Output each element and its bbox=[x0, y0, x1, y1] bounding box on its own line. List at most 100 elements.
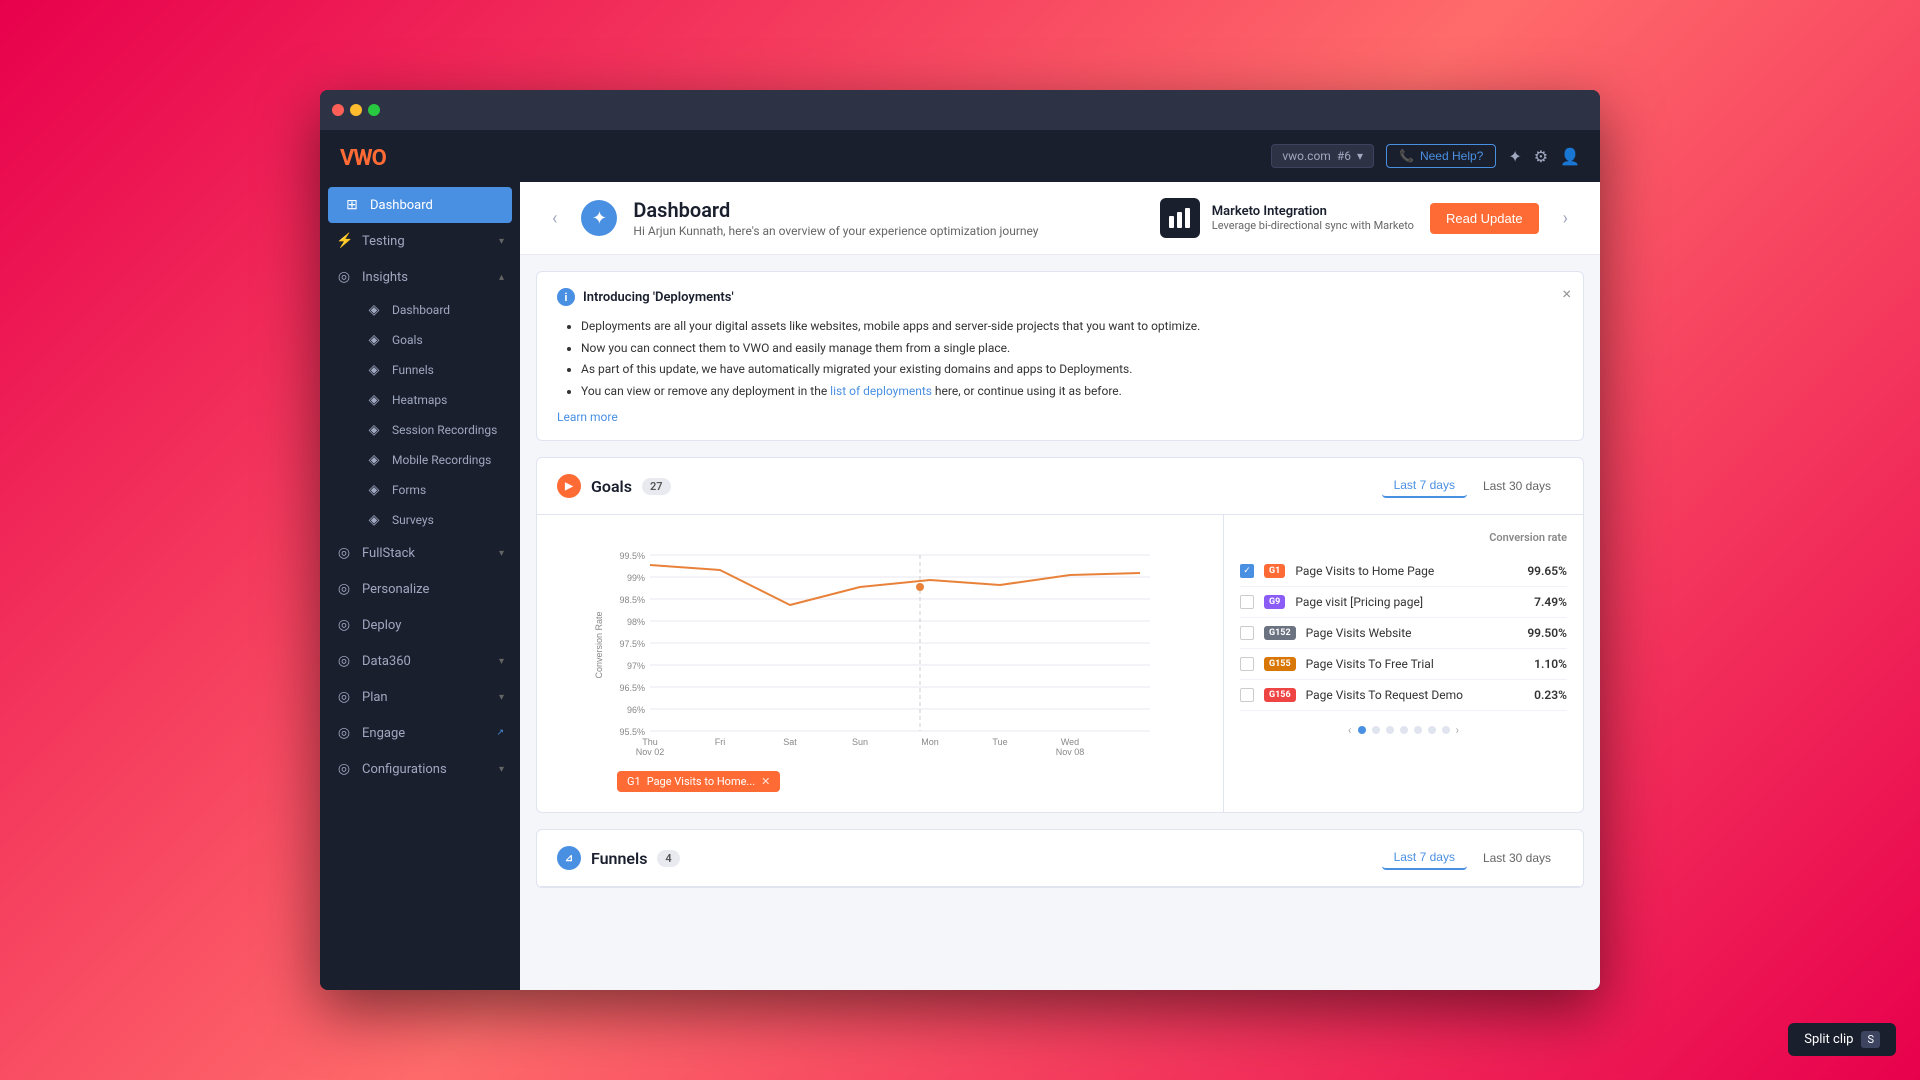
pagination-dot-5[interactable] bbox=[1414, 726, 1422, 734]
funnels-section: ⊿ Funnels 4 Last 7 days Last 30 days bbox=[536, 829, 1584, 888]
svg-text:Sat: Sat bbox=[783, 737, 797, 747]
dashboard-page-icon: ✦ bbox=[581, 200, 617, 236]
svg-text:96.5%: 96.5% bbox=[619, 683, 645, 693]
goal-row-g156: G156 Page Visits To Request Demo 0.23% bbox=[1240, 680, 1567, 711]
data360-icon: ◎ bbox=[336, 653, 352, 669]
sidebar-item-forms[interactable]: ◈ Forms bbox=[350, 475, 520, 505]
sidebar-item-session-recordings[interactable]: ◈ Session Recordings bbox=[350, 415, 520, 445]
goals-title-group: ▶ Goals 27 bbox=[557, 474, 671, 498]
sidebar-item-personalize[interactable]: ◎ Personalize bbox=[320, 571, 520, 607]
sidebar-item-fullstack[interactable]: ◎ FullStack ▾ bbox=[320, 535, 520, 571]
sidebar: VWO ⊞ Dashboard ⚡ Testing ▾ ◎ Insights ▴ bbox=[320, 130, 520, 990]
fullstack-icon: ◎ bbox=[336, 545, 352, 561]
goal-checkbox-g156[interactable] bbox=[1240, 688, 1254, 702]
insights-icon: ◎ bbox=[336, 269, 352, 285]
dashboard-icon: ⊞ bbox=[344, 197, 360, 213]
goals-tab-7days[interactable]: Last 7 days bbox=[1382, 474, 1467, 498]
legend-label: Page Visits to Home... bbox=[647, 775, 755, 788]
sidebar-item-surveys[interactable]: ◈ Surveys bbox=[350, 505, 520, 535]
testing-arrow-icon: ▾ bbox=[499, 236, 504, 247]
sidebar-item-insights[interactable]: ◎ Insights ▴ bbox=[320, 259, 520, 295]
prev-nav-button[interactable]: ‹ bbox=[544, 204, 565, 233]
marketo-info: Marketo Integration Leverage bi-directio… bbox=[1212, 204, 1414, 232]
dot-minimize[interactable] bbox=[350, 104, 362, 116]
sidebar-item-heatmaps[interactable]: ◈ Heatmaps bbox=[350, 385, 520, 415]
sidebar-item-dashboard-sub[interactable]: ◈ Dashboard bbox=[350, 295, 520, 325]
goal-checkbox-g9[interactable] bbox=[1240, 595, 1254, 609]
sparkle-icon[interactable]: ✦ bbox=[1508, 147, 1521, 166]
sidebar-item-data360[interactable]: ◎ Data360 ▾ bbox=[320, 643, 520, 679]
sidebar-item-configurations[interactable]: ◎ Configurations ▾ bbox=[320, 751, 520, 787]
pagination-dot-6[interactable] bbox=[1428, 726, 1436, 734]
pagination-prev[interactable]: ‹ bbox=[1348, 723, 1352, 737]
dashboard-sub-icon: ◈ bbox=[366, 302, 382, 318]
funnels-tab-30days[interactable]: Last 30 days bbox=[1471, 846, 1563, 870]
data360-arrow-icon: ▾ bbox=[499, 656, 504, 667]
sidebar-item-goals[interactable]: ◈ Goals bbox=[350, 325, 520, 355]
goals-sub-icon: ◈ bbox=[366, 332, 382, 348]
goal-rate-g156: 0.23% bbox=[1534, 688, 1567, 702]
goals-chart: 99.5% 99% 98.5% 98% 97.5% 97% 96.5% 96% … bbox=[557, 535, 1203, 755]
read-update-button[interactable]: Read Update bbox=[1430, 203, 1539, 234]
funnels-tab-7days[interactable]: Last 7 days bbox=[1382, 846, 1467, 870]
need-help-button[interactable]: 📞 Need Help? bbox=[1386, 144, 1496, 168]
sidebar-label-data360: Data360 bbox=[362, 654, 489, 669]
browser-toolbar bbox=[320, 90, 1600, 130]
funnels-section-icon: ⊿ bbox=[557, 846, 581, 870]
sidebar-item-plan[interactable]: ◎ Plan ▾ bbox=[320, 679, 520, 715]
goal-checkbox-g152[interactable] bbox=[1240, 626, 1254, 640]
sidebar-item-dashboard[interactable]: ⊞ Dashboard bbox=[328, 187, 512, 223]
goal-row-g152: G152 Page Visits Website 99.50% bbox=[1240, 618, 1567, 649]
configurations-icon: ◎ bbox=[336, 761, 352, 777]
deploy-icon: ◎ bbox=[336, 617, 352, 633]
sidebar-label-insights: Insights bbox=[362, 270, 489, 285]
goal-tag-g155: G155 bbox=[1264, 657, 1296, 671]
svg-text:Conversion Rate: Conversion Rate bbox=[594, 612, 604, 679]
sidebar-item-deploy[interactable]: ◎ Deploy bbox=[320, 607, 520, 643]
info-banner-title-text: Introducing 'Deployments' bbox=[583, 290, 734, 305]
dot-maximize[interactable] bbox=[368, 104, 380, 116]
settings-icon[interactable]: ⚙ bbox=[1534, 147, 1548, 166]
engage-external-icon: ↗ bbox=[496, 728, 504, 738]
goal-tag-g9: G9 bbox=[1264, 595, 1285, 609]
sidebar-item-testing[interactable]: ⚡ Testing ▾ bbox=[320, 223, 520, 259]
browser-content: VWO ⊞ Dashboard ⚡ Testing ▾ ◎ Insights ▴ bbox=[320, 130, 1600, 990]
goals-list-header: Conversion rate bbox=[1240, 531, 1567, 544]
domain-text: vwo.com bbox=[1282, 149, 1331, 163]
info-bullet-3: As part of this update, we have automati… bbox=[581, 359, 1563, 381]
legend-item-g1[interactable]: G1 Page Visits to Home... ✕ bbox=[617, 771, 780, 792]
next-nav-button[interactable]: › bbox=[1555, 204, 1576, 233]
learn-more-link[interactable]: Learn more bbox=[557, 410, 1563, 424]
close-button[interactable]: × bbox=[1562, 284, 1571, 303]
svg-text:Wed: Wed bbox=[1061, 737, 1079, 747]
pagination-dot-7[interactable] bbox=[1442, 726, 1450, 734]
sidebar-item-mobile-recordings[interactable]: ◈ Mobile Recordings bbox=[350, 445, 520, 475]
need-help-label: Need Help? bbox=[1420, 149, 1483, 163]
sidebar-item-funnels[interactable]: ◈ Funnels bbox=[350, 355, 520, 385]
deployments-link[interactable]: list of deployments bbox=[830, 384, 932, 398]
sidebar-label-dashboard-sub: Dashboard bbox=[392, 303, 504, 317]
pagination-dot-3[interactable] bbox=[1386, 726, 1394, 734]
goal-row-g155: G155 Page Visits To Free Trial 1.10% bbox=[1240, 649, 1567, 680]
user-icon[interactable]: 👤 bbox=[1560, 147, 1580, 166]
goal-checkbox-g1[interactable]: ✓ bbox=[1240, 564, 1254, 578]
pagination-next[interactable]: › bbox=[1456, 723, 1460, 737]
pagination-dot-2[interactable] bbox=[1372, 726, 1380, 734]
pagination-dot-4[interactable] bbox=[1400, 726, 1408, 734]
main-header: vwo.com #6 ▾ 📞 Need Help? ✦ ⚙ 👤 bbox=[520, 130, 1600, 182]
info-bullet-1: Deployments are all your digital assets … bbox=[581, 316, 1563, 338]
goal-rate-g1: 99.65% bbox=[1527, 564, 1567, 578]
goal-checkbox-g155[interactable] bbox=[1240, 657, 1254, 671]
browser-dots bbox=[332, 104, 380, 116]
goals-section: ▶ Goals 27 Last 7 days Last 30 days bbox=[536, 457, 1584, 813]
personalize-icon: ◎ bbox=[336, 581, 352, 597]
chart-area: 99.5% 99% 98.5% 98% 97.5% 97% 96.5% 96% … bbox=[537, 515, 1223, 812]
svg-text:97.5%: 97.5% bbox=[619, 639, 645, 649]
domain-selector[interactable]: vwo.com #6 ▾ bbox=[1271, 144, 1374, 168]
sidebar-item-engage[interactable]: ◎ Engage ↗ bbox=[320, 715, 520, 751]
dot-close[interactable] bbox=[332, 104, 344, 116]
goals-title-text: Goals bbox=[591, 477, 632, 496]
goals-tab-30days[interactable]: Last 30 days bbox=[1471, 474, 1563, 498]
legend-close-icon[interactable]: ✕ bbox=[761, 775, 770, 788]
pagination-dot-1[interactable] bbox=[1358, 726, 1366, 734]
